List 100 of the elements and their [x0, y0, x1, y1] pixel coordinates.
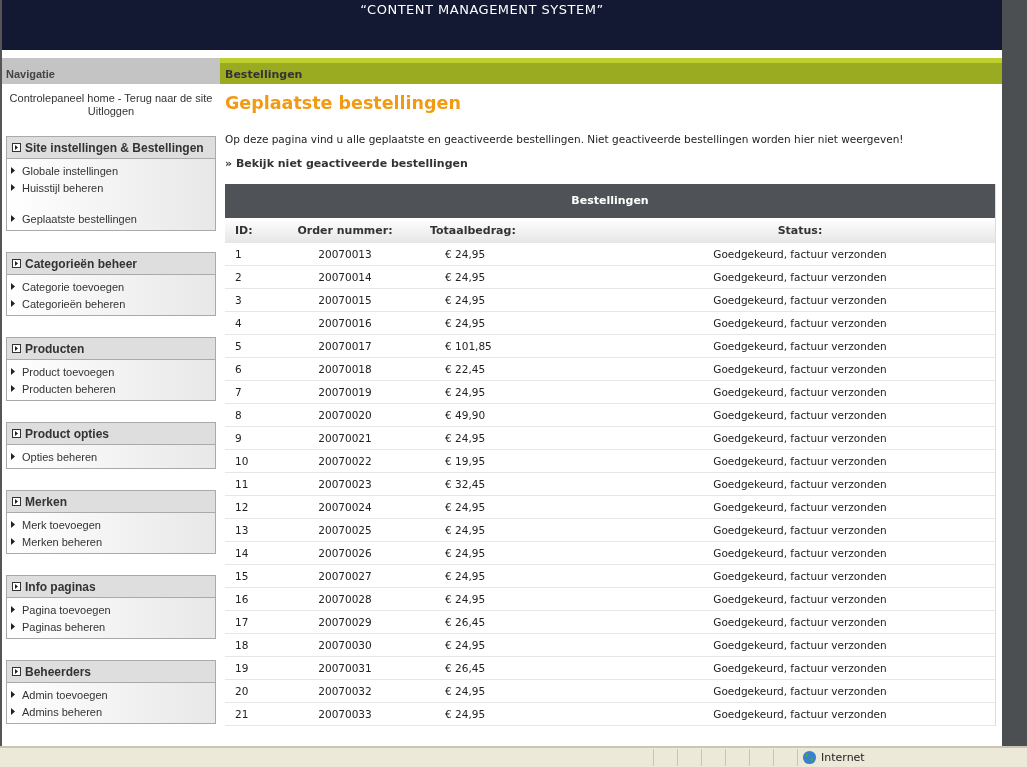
table-cell-text: 20 — [234, 685, 250, 697]
table-cell-text: 20070029 — [317, 616, 373, 628]
table-cell-text: 14 — [234, 547, 250, 559]
table-cell-text: 20070020 — [317, 409, 373, 421]
menu-link[interactable]: Pagina toevoegen — [22, 603, 111, 616]
menu-link[interactable]: Huisstijl beheren — [22, 181, 104, 194]
nav-link[interactable]: Uitloggen — [87, 105, 135, 118]
table-cell-text: € 24,95 — [444, 547, 487, 559]
table-cell-text: Goedgekeurd, factuur verzonden — [712, 662, 888, 674]
table-cell-text: 20070021 — [317, 432, 373, 444]
table-cell-text: 8 — [234, 409, 243, 421]
table-cell-text: 19 — [234, 662, 250, 674]
table-cell-text: € 24,95 — [444, 248, 487, 260]
table-cell-text: Goedgekeurd, factuur verzonden — [712, 708, 888, 720]
bullet-arrow-icon — [11, 215, 15, 222]
table-cell-text: € 24,95 — [444, 639, 487, 651]
table-cell-text: Goedgekeurd, factuur verzonden — [712, 547, 888, 559]
menu-link[interactable]: Merk toevoegen — [22, 518, 101, 531]
table-cell-text: 21 — [234, 708, 250, 720]
table-cell-text: Goedgekeurd, factuur verzonden — [712, 271, 888, 283]
table-cell-text: 20070030 — [317, 639, 373, 651]
globe-icon — [802, 750, 817, 765]
menu-panel-title: Categorieën beheer — [25, 256, 138, 271]
table-cell-text: 18 — [234, 639, 250, 651]
table-cell-text: € 49,90 — [444, 409, 487, 421]
table-cell-text: € 24,95 — [444, 593, 487, 605]
table-cell-text: Goedgekeurd, factuur verzonden — [712, 639, 888, 651]
menu-link[interactable]: Admin toevoegen — [22, 688, 108, 701]
menu-link[interactable]: Paginas beheren — [22, 620, 106, 633]
menu-panel-title: Info paginas — [25, 579, 96, 594]
table-cell-text: 20070018 — [317, 363, 373, 375]
table-cell-text: 11 — [234, 478, 250, 490]
zone-label: Internet — [821, 751, 865, 764]
table-cell-text: € 24,95 — [444, 294, 487, 306]
scrollbar[interactable] — [1002, 0, 1027, 747]
table-cell-text: € 19,95 — [444, 455, 487, 467]
table-cell-text: Goedgekeurd, factuur verzonden — [712, 455, 888, 467]
table-cell-text: 20070032 — [317, 685, 373, 697]
table-cell-text: Goedgekeurd, factuur verzonden — [712, 363, 888, 375]
table-cell-text: 20070014 — [317, 271, 373, 283]
table-cell-text: 20070033 — [317, 708, 373, 720]
table-cell-text: 20070017 — [317, 340, 373, 352]
table-cell-text: € 24,95 — [444, 685, 487, 697]
table-cell-text: Goedgekeurd, factuur verzonden — [712, 524, 888, 536]
table-cell-text: 9 — [234, 432, 243, 444]
table-cell-text: Goedgekeurd, factuur verzonden — [712, 501, 888, 513]
column-header: Order nummer: — [296, 224, 394, 237]
site-title: “CONTENT MANAGEMENT SYSTEM” — [360, 1, 604, 18]
table-cell-text: € 24,95 — [444, 386, 487, 398]
table-cell-text: 10 — [234, 455, 250, 467]
menu-link[interactable]: Product toevoegen — [22, 365, 115, 378]
table-cell-text: € 24,95 — [444, 501, 487, 513]
bullet-arrow-icon — [11, 521, 15, 528]
table-cell-text: Goedgekeurd, factuur verzonden — [712, 248, 888, 260]
table-caption: Bestellingen — [225, 184, 995, 218]
table-cell-text: Goedgekeurd, factuur verzonden — [712, 409, 888, 421]
menu-link[interactable]: Categorie toevoegen — [22, 280, 125, 293]
table-cell-text: 3 — [234, 294, 243, 306]
bullet-arrow-icon — [11, 691, 15, 698]
table-cell-text: Goedgekeurd, factuur verzonden — [712, 432, 888, 444]
table-cell-text: 6 — [234, 363, 243, 375]
menu-link[interactable]: Opties beheren — [22, 450, 98, 463]
expand-icon — [12, 582, 21, 591]
table-cell-text: € 24,95 — [444, 570, 487, 582]
table-cell-text: Goedgekeurd, factuur verzonden — [712, 340, 888, 352]
table-cell-text: € 24,95 — [444, 708, 487, 720]
table-cell-text: € 101,85 — [444, 340, 493, 352]
table-cell-text: 20070013 — [317, 248, 373, 260]
menu-link[interactable]: Geplaatste bestellingen — [22, 212, 137, 225]
bullet-arrow-icon — [11, 184, 15, 191]
bullet-arrow-icon — [11, 283, 15, 290]
table-cell-text: Goedgekeurd, factuur verzonden — [712, 478, 888, 490]
bullet-arrow-icon — [11, 623, 15, 630]
table-cell-text: 20070016 — [317, 317, 373, 329]
expand-icon — [12, 143, 21, 152]
table-cell-text: 4 — [234, 317, 243, 329]
menu-panel-title: Site instellingen & Bestellingen — [25, 140, 204, 155]
menu-link[interactable]: Globale instellingen — [22, 164, 118, 177]
menu-link[interactable]: Admins beheren — [22, 705, 103, 718]
table-cell-text: € 26,45 — [444, 662, 487, 674]
table-cell-text: € 32,45 — [444, 478, 487, 490]
table-cell-text: Goedgekeurd, factuur verzonden — [712, 685, 888, 697]
table-cell-text: 17 — [234, 616, 250, 628]
menu-link[interactable]: Merken beheren — [22, 535, 103, 548]
section-title: Bestellingen — [225, 68, 303, 81]
table-cell-text: 20070026 — [317, 547, 373, 559]
table-cell-text: € 24,95 — [444, 317, 487, 329]
menu-panel-title: Beheerders — [25, 664, 92, 679]
table-cell-text: 1 — [234, 248, 243, 260]
table-cell-text: 7 — [234, 386, 243, 398]
bullet-arrow-icon — [11, 368, 15, 375]
nav-link[interactable]: Controlepaneel home - Terug naar de site — [9, 92, 213, 105]
expand-icon — [12, 344, 21, 353]
expand-icon — [12, 667, 21, 676]
menu-panel-title: Merken — [25, 494, 68, 509]
menu-link[interactable]: Producten beheren — [22, 382, 116, 395]
table-cell-text: € 24,95 — [444, 524, 487, 536]
bullet-arrow-icon — [11, 385, 15, 392]
menu-link[interactable]: Categorieën beheren — [22, 297, 126, 310]
page-heading: Geplaatste bestellingen — [225, 93, 462, 115]
